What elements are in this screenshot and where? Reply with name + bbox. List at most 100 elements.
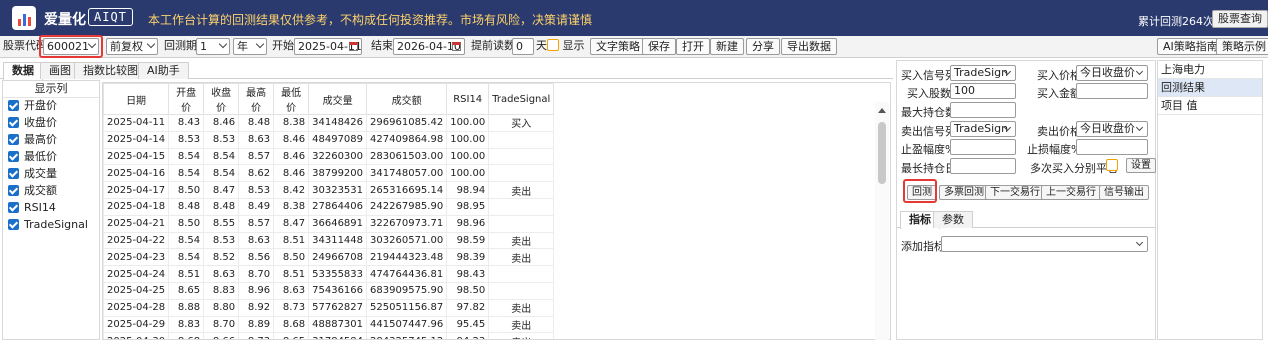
take-profit-input[interactable]	[950, 139, 1016, 155]
table-cell: 100.00	[446, 147, 490, 166]
scroll-up-icon[interactable]	[878, 108, 886, 113]
text-strategy-button[interactable]: 文字策略	[590, 38, 646, 55]
checkbox-checked-icon[interactable]	[8, 134, 19, 145]
strategy-example-button[interactable]: 策略示例	[1216, 38, 1268, 55]
table-row[interactable]: 2025-04-29 8.83 8.70 8.89 8.68 48887301 441507…	[103, 315, 555, 334]
settings-button[interactable]: 设置	[1126, 158, 1156, 173]
scroll-thumb[interactable]	[878, 122, 886, 184]
table-cell: 8.63	[238, 130, 275, 149]
signal-output-button[interactable]: 信号输出	[1099, 185, 1149, 200]
table-row[interactable]: 2025-04-24 8.51 8.63 8.70 8.51 53355833 474764…	[103, 265, 555, 283]
adjust-select[interactable]: 前复权	[106, 38, 158, 55]
multi-stock-backtest-button[interactable]: 多票回测	[939, 185, 989, 200]
end-label: 结束	[371, 39, 393, 52]
preread-input[interactable]: 0	[512, 38, 534, 55]
column-header[interactable]: TradeSignal	[488, 83, 555, 115]
column-header[interactable]: 最高价	[238, 83, 275, 115]
ai-strategy-guide-button[interactable]: AI策略指南	[1157, 38, 1224, 55]
checkbox-checked-icon[interactable]	[8, 117, 19, 128]
multi-buy-checkbox[interactable]	[1106, 159, 1118, 171]
stock-query-button[interactable]: 股票查询	[1212, 10, 1268, 28]
sell-price-select[interactable]: 今日收盘价	[1076, 121, 1148, 137]
new-button[interactable]: 新建	[710, 38, 744, 55]
table-row[interactable]: 2025-04-28 8.88 8.80 8.92 8.73 57762827 525051…	[103, 298, 555, 317]
prev-trade-row-button[interactable]: 上一交易行	[1041, 185, 1101, 200]
column-toggle[interactable]: 成交额	[3, 183, 99, 200]
column-toggle[interactable]: TradeSignal	[3, 217, 99, 234]
tab-data[interactable]: 数据	[3, 62, 43, 80]
table-cell: 98.50	[446, 281, 490, 300]
table-row[interactable]: 2025-04-25 8.65 8.83 8.96 8.63 75436166 683909…	[103, 281, 555, 300]
table-row[interactable]: 2025-04-22 8.54 8.53 8.63 8.51 34311448 303260…	[103, 231, 555, 250]
show-checkbox[interactable]	[547, 39, 559, 51]
show-toggle[interactable]: 显示	[547, 38, 585, 55]
export-data-button[interactable]: 导出数据	[781, 38, 837, 55]
tab-ai-assistant[interactable]: AI助手	[138, 62, 189, 79]
table-cell: 8.53	[168, 130, 205, 149]
table-cell: 24966708	[308, 248, 368, 267]
calendar-icon[interactable]	[349, 42, 358, 51]
next-trade-row-button[interactable]: 下一交易行	[985, 185, 1045, 200]
column-header[interactable]: 成交量	[308, 83, 368, 115]
column-toggle[interactable]: 收盘价	[3, 115, 99, 132]
column-header[interactable]: 收盘价	[203, 83, 240, 115]
start-date-input[interactable]: 2025-04-11	[294, 38, 362, 55]
checkbox-checked-icon[interactable]	[8, 219, 19, 230]
column-header[interactable]: RSI14	[446, 83, 490, 115]
table-row[interactable]: 2025-04-308.688.668.738.6531784584284325…	[103, 332, 555, 339]
column-header[interactable]: 最低价	[273, 83, 310, 115]
table-row[interactable]: 2025-04-17 8.50 8.47 8.53 8.42 30323531 265316…	[103, 181, 555, 199]
column-header[interactable]: 日期	[103, 83, 170, 115]
view-tabs: 数据 画图 指数比较图 AI助手	[0, 60, 893, 80]
open-button[interactable]: 打开	[676, 38, 710, 55]
checkbox-checked-icon[interactable]	[8, 100, 19, 111]
table-cell: 8.50	[168, 214, 205, 233]
backtest-result-header[interactable]: 回测结果	[1158, 79, 1262, 97]
share-button[interactable]: 分享	[746, 38, 780, 55]
column-toggle[interactable]: RSI14	[3, 200, 99, 217]
column-toggle-label: RSI14	[24, 201, 56, 214]
checkbox-checked-icon[interactable]	[8, 185, 19, 196]
table-cell: 95.45	[446, 315, 490, 334]
column-toggle[interactable]: 最高价	[3, 132, 99, 149]
table-row[interactable]: 2025-04-16 8.54 8.54 8.62 8.46 38799200 341748…	[103, 164, 555, 183]
stock-name: 上海电力	[1158, 61, 1262, 79]
buy-amount-input[interactable]	[1076, 83, 1148, 99]
table-cell: 8.38	[273, 197, 310, 216]
column-toggle[interactable]: 开盘价	[3, 98, 99, 115]
column-toggle-label: 开盘价	[24, 99, 57, 112]
buy-signal-select[interactable]: TradeSign	[950, 65, 1016, 81]
period-select[interactable]: 1	[196, 38, 230, 55]
column-toggle[interactable]: 最低价	[3, 149, 99, 166]
column-toggle[interactable]: 成交量	[3, 166, 99, 183]
checkbox-checked-icon[interactable]	[8, 202, 19, 213]
table-cell: 8.73	[273, 298, 310, 317]
max-hold-input[interactable]	[950, 158, 1016, 174]
tab-index-compare[interactable]: 指数比较图	[74, 62, 147, 79]
table-row[interactable]: 2025-04-21 8.50 8.55 8.57 8.47 36646891 322670…	[103, 214, 555, 233]
sell-signal-select[interactable]: TradeSign	[950, 121, 1016, 137]
save-button[interactable]: 保存	[642, 38, 676, 55]
checkbox-checked-icon[interactable]	[8, 151, 19, 162]
tab-params[interactable]: 参数	[933, 211, 973, 228]
buy-shares-input[interactable]: 100	[950, 83, 1016, 99]
checkbox-checked-icon[interactable]	[8, 168, 19, 179]
stop-loss-input[interactable]	[1076, 139, 1148, 155]
calendar-icon[interactable]	[452, 42, 461, 51]
preread-label: 提前读数	[471, 39, 515, 52]
add-indicator-select[interactable]	[941, 236, 1148, 252]
table-row[interactable]: 2025-04-15 8.54 8.54 8.57 8.46 32260300 283061…	[103, 147, 555, 166]
table-row[interactable]: 2025-04-23 8.54 8.52 8.56 8.50 24966708 219444…	[103, 248, 555, 267]
column-sidebar: 显示列 开盘价 收盘价 最高价 最低价 成交量 成交额 RSI14 TradeSignal	[2, 80, 100, 340]
max-position-input[interactable]	[950, 102, 1016, 118]
buy-price-select[interactable]: 今日收盘价	[1076, 65, 1148, 81]
column-header[interactable]: 开盘价	[168, 83, 205, 115]
table-row[interactable]: 2025-04-18 8.48 8.48 8.49 8.38 27864406 242267…	[103, 197, 555, 216]
period-unit-select[interactable]: 年	[233, 38, 267, 55]
column-header[interactable]: 成交额	[366, 83, 448, 115]
vertical-scrollbar[interactable]	[875, 102, 889, 340]
end-date-input[interactable]: 2026-04-10	[393, 38, 465, 55]
highlight-box	[903, 179, 937, 203]
table-row[interactable]: 2025-04-14 8.53 8.53 8.63 8.46 48497089 427409…	[103, 130, 555, 149]
table-row[interactable]: 2025-04-11 8.43 8.46 8.48 8.38 34148426 296961…	[103, 114, 555, 132]
